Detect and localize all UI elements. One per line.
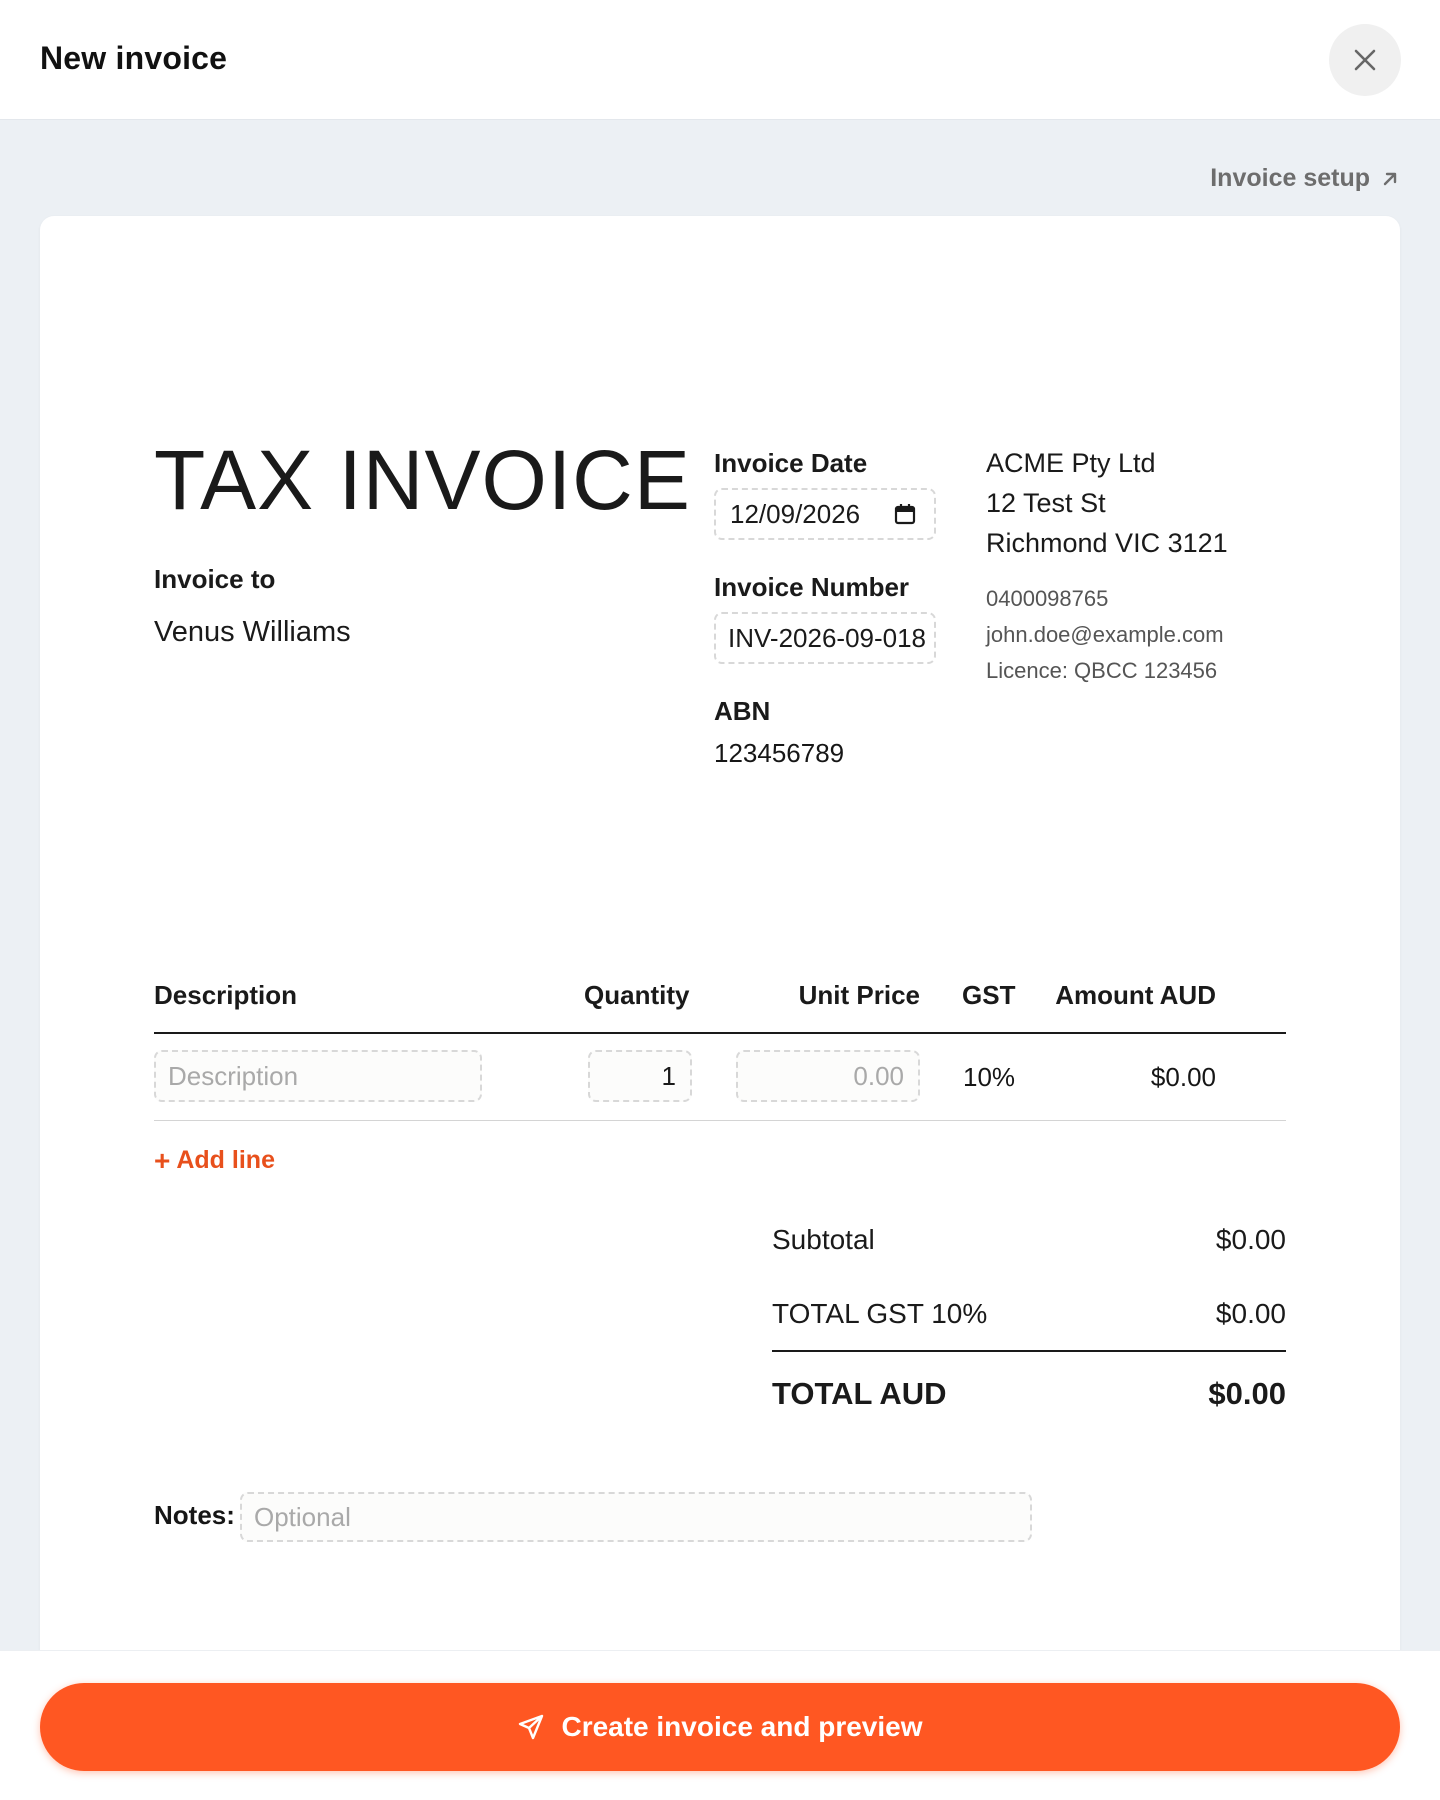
subtotal-value: $0.00	[1215, 1224, 1286, 1255]
modal-footer: Create invoice and preview	[0, 1650, 1440, 1800]
invoice-setup-label: Invoice setup	[1210, 164, 1370, 192]
table-header-divider	[154, 1032, 1286, 1034]
create-invoice-button[interactable]: Create invoice and preview	[40, 1683, 1400, 1771]
column-header-amount: Amount AUD	[1055, 980, 1216, 1010]
line-amount-value: $0.00	[1150, 1062, 1216, 1092]
calendar-icon[interactable]	[894, 503, 916, 525]
company-email: john.doe@example.com	[986, 622, 1224, 647]
column-header-description: Description	[154, 980, 298, 1010]
invoice-card: TAX INVOICE Invoice to Venus Williams In…	[40, 216, 1400, 1666]
company-licence: Licence: QBCC 123456	[986, 658, 1218, 683]
abn-value: 123456789	[714, 738, 845, 768]
line-unit-price-placeholder: 0.00	[853, 1060, 904, 1091]
line-description-input[interactable]: Description	[154, 1050, 482, 1102]
table-row-divider	[154, 1120, 1286, 1121]
invoice-date-value: 12/09/2026	[730, 498, 861, 529]
plus-icon: +	[154, 1144, 171, 1176]
arrow-up-right-icon	[1383, 172, 1397, 185]
abn-label: ABN	[714, 696, 771, 726]
invoice-title: TAX INVOICE	[154, 433, 691, 527]
company-street: 12 Test St	[986, 488, 1106, 518]
column-header-gst: GST	[962, 980, 1016, 1010]
table-row: Description 1 0.00 10% $0.00	[154, 1050, 1286, 1102]
invoice-number-label: Invoice Number	[714, 572, 910, 602]
subtotal-label: Subtotal	[772, 1224, 875, 1255]
client-name[interactable]: Venus Williams	[154, 616, 351, 649]
notes-label: Notes:	[154, 1500, 235, 1530]
line-unit-price-input[interactable]: 0.00	[736, 1050, 920, 1102]
total-aud-label: TOTAL AUD	[772, 1376, 947, 1411]
notes-input[interactable]: Optional	[240, 1492, 1032, 1542]
invoice-to-label: Invoice to	[154, 564, 276, 594]
create-invoice-label: Create invoice and preview	[561, 1711, 923, 1742]
line-gst-value[interactable]: 10%	[963, 1062, 1015, 1093]
modal-header: New invoice	[0, 0, 1440, 120]
totals-divider	[772, 1350, 1286, 1352]
company-suburb: Richmond VIC 3121	[986, 528, 1228, 558]
line-quantity-value: 1	[661, 1060, 676, 1091]
send-icon	[519, 1714, 544, 1740]
company-name: ACME Pty Ltd	[986, 448, 1156, 478]
invoice-date-input[interactable]: 12/09/2026	[714, 488, 936, 540]
company-phone: 0400098765	[986, 586, 1109, 611]
line-quantity-input[interactable]: 1	[588, 1050, 692, 1102]
column-header-quantity: Quantity	[584, 980, 690, 1010]
notes-placeholder: Optional	[254, 1501, 351, 1532]
column-header-unit-price: Unit Price	[798, 980, 920, 1010]
total-gst-label: TOTAL GST 10%	[772, 1298, 988, 1329]
invoice-number-input[interactable]: INV-2026-09-018	[714, 612, 936, 664]
invoice-date-label: Invoice Date	[714, 448, 868, 478]
modal-title: New invoice	[40, 40, 228, 76]
total-aud-value: $0.00	[1208, 1376, 1286, 1411]
line-description-placeholder: Description	[168, 1060, 299, 1091]
invoice-setup-link[interactable]: Invoice setup	[1210, 164, 1400, 193]
close-button[interactable]	[1329, 24, 1401, 96]
total-gst-value: $0.00	[1215, 1298, 1286, 1329]
close-icon	[1354, 49, 1376, 71]
add-line-label: Add line	[176, 1146, 275, 1174]
add-line-button[interactable]: + Add line	[154, 1146, 275, 1175]
invoice-number-value: INV-2026-09-018	[728, 622, 927, 653]
